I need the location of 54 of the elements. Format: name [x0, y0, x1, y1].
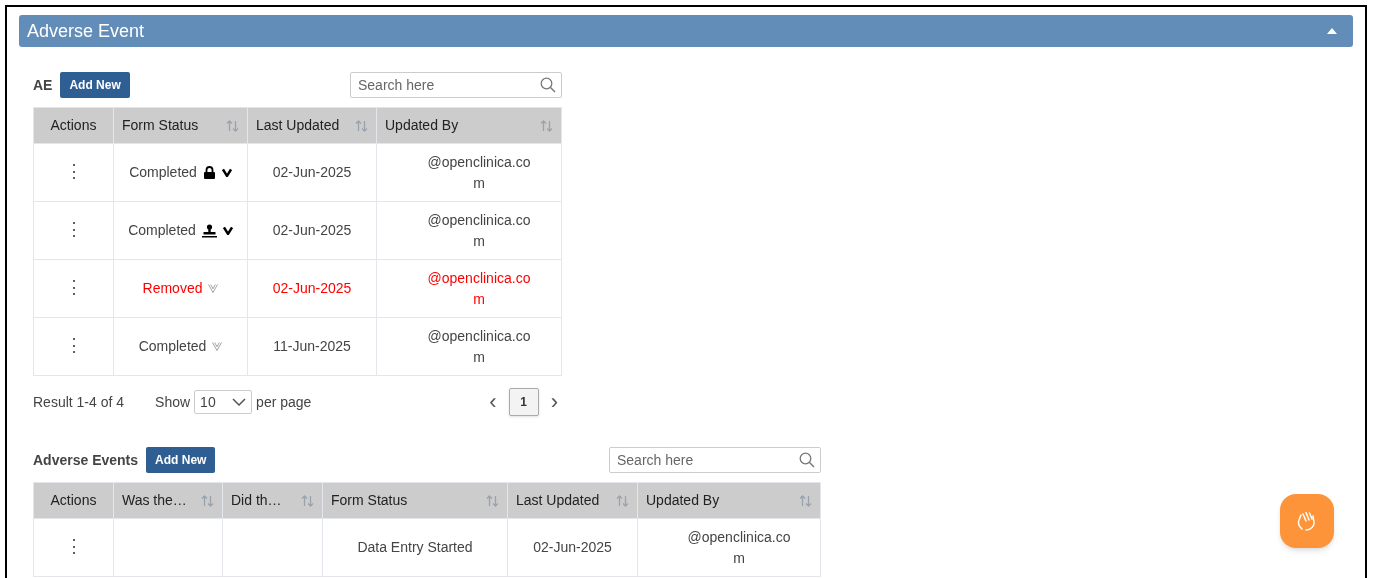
user-email: @openclinica.com: [686, 527, 792, 568]
page-size-select[interactable]: 10: [194, 390, 253, 414]
search-icon: [799, 452, 815, 468]
form-status: Completed: [129, 163, 197, 182]
column-header[interactable]: Was the…: [113, 482, 223, 519]
result-count: Result 1-4 of 4: [33, 392, 125, 412]
column-header[interactable]: Did th…: [222, 482, 323, 519]
next-page-button[interactable]: ›: [548, 391, 560, 413]
add-new-button[interactable]: Add New: [146, 447, 216, 473]
column-header: Actions: [33, 107, 114, 144]
column-header[interactable]: Form Status: [322, 482, 508, 519]
column-header[interactable]: Form Status: [113, 107, 248, 144]
date-text: 11-Jun-2025: [273, 338, 351, 354]
user-email: @openclinica.com: [426, 210, 532, 251]
chevron-icon: [221, 168, 232, 177]
column-header[interactable]: Last Updated: [507, 482, 638, 519]
user-email: @openclinica.com: [426, 152, 532, 193]
lock-icon: [202, 166, 216, 179]
date-text: 02-Jun-2025: [533, 539, 612, 555]
show-label: Show: [155, 392, 191, 412]
column-header[interactable]: Updated By: [637, 482, 821, 519]
stamp-icon: [201, 223, 217, 238]
column-header[interactable]: Last Updated: [247, 107, 377, 144]
table-title: AE: [33, 75, 53, 95]
per-page-label: per page: [256, 392, 312, 412]
panel-title: Adverse Event: [27, 19, 145, 43]
column-header: Actions: [33, 482, 114, 519]
user-email: @openclinica.com: [426, 326, 532, 367]
date-text: 02-Jun-2025: [272, 164, 352, 180]
row-actions-menu[interactable]: ⋮: [64, 336, 83, 354]
page-button[interactable]: 1: [508, 388, 539, 416]
search-field[interactable]: Search here: [350, 72, 562, 98]
chevron-icon: [212, 342, 223, 351]
chevron-icon: [208, 284, 219, 293]
form-status: Completed: [128, 221, 196, 240]
date-text: 02-Jun-2025: [272, 222, 352, 238]
add-new-button[interactable]: Add New: [60, 72, 130, 98]
help-button[interactable]: [1280, 494, 1334, 548]
chevron-icon: [222, 226, 233, 235]
form-status: Completed: [138, 337, 207, 356]
user-email: @openclinica.com: [426, 268, 532, 309]
row-actions-menu[interactable]: ⋮: [64, 162, 83, 180]
previous-page-button[interactable]: ‹: [487, 391, 499, 413]
search-icon: [540, 77, 556, 93]
row-actions-menu[interactable]: ⋮: [64, 537, 83, 555]
row-actions-menu[interactable]: ⋮: [64, 278, 83, 296]
column-header[interactable]: Updated By: [376, 107, 562, 144]
date-text: 02-Jun-2025: [272, 280, 352, 296]
search-field[interactable]: Search here: [609, 447, 821, 473]
form-status: Removed: [142, 279, 203, 298]
row-actions-menu[interactable]: ⋮: [64, 220, 83, 238]
table-title: Adverse Events: [33, 450, 139, 470]
form-status: Data Entry Started: [357, 538, 473, 557]
chevron-down-icon: [232, 398, 247, 406]
